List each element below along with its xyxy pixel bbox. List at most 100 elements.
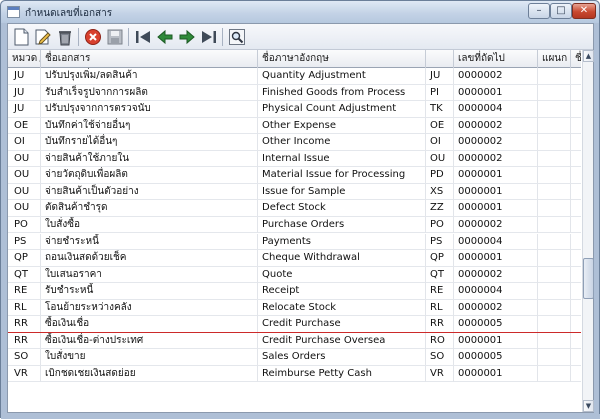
cell-dept[interactable]: [538, 349, 571, 366]
cell-doc-th[interactable]: รับชำระหนี้: [41, 283, 258, 300]
vertical-scrollbar[interactable]: ▲ ▼: [582, 50, 594, 412]
cell-group[interactable]: SO: [8, 349, 41, 366]
cell-prefix[interactable]: PI: [426, 84, 454, 101]
cell-doc-th[interactable]: ใบเสนอราคา: [41, 266, 258, 283]
cell-next-no[interactable]: 0000002: [454, 266, 538, 283]
cell-doc-en[interactable]: Credit Purchase Oversea: [258, 332, 426, 349]
table-row[interactable]: VR เบิกชดเชยเงินสดย่อย Reimburse Petty Cas…: [8, 365, 581, 383]
cell-prefix[interactable]: PS: [426, 233, 454, 250]
cell-prefix[interactable]: TK: [426, 101, 454, 118]
table-row[interactable]: SO ใบสั่งขาย Sales Orders SO 0000005: [8, 349, 581, 366]
column-header-doc-en[interactable]: ชื่อภาษาอังกฤษ: [258, 50, 426, 68]
cell-doc-th[interactable]: เบิกชดเชยเงินสดย่อย: [41, 365, 258, 382]
cell-next-no[interactable]: 0000001: [454, 84, 538, 101]
cell-group[interactable]: VR: [8, 365, 41, 382]
close-button[interactable]: ✕: [572, 3, 596, 19]
column-header-next-no[interactable]: เลขที่ถัดไป: [454, 50, 538, 68]
table-row[interactable]: OI บันทึกรายได้อื่นๆ Other Income OI 0000002: [8, 134, 581, 151]
cell-doc-en[interactable]: Material Issue for Processing: [258, 167, 426, 184]
cell-doc-th[interactable]: ตัดสินค้าชำรุด: [41, 200, 258, 217]
cell-doc-en[interactable]: Payments: [258, 233, 426, 250]
table-row[interactable]: RR ซื้อเงินเชื่อ Credit Purchase RR 0000005: [8, 316, 581, 333]
cell-prefix[interactable]: XS: [426, 183, 454, 200]
find-button[interactable]: [227, 27, 247, 47]
next-record-button[interactable]: [177, 27, 197, 47]
cell-doc-th[interactable]: จ่ายวัตถุดิบเพื่อผลิต: [41, 167, 258, 184]
cell-prefix[interactable]: SO: [426, 349, 454, 366]
cell-dept[interactable]: [538, 266, 571, 283]
cell-group[interactable]: PO: [8, 216, 41, 233]
cell-prefix[interactable]: RR: [426, 316, 454, 333]
cell-prefix[interactable]: RL: [426, 299, 454, 316]
cell-dept[interactable]: [538, 283, 571, 300]
cell-group[interactable]: JU: [8, 84, 41, 101]
cell-next-no[interactable]: 0000002: [454, 134, 538, 151]
cell-prefix[interactable]: OE: [426, 117, 454, 134]
column-header-dept[interactable]: แผนก: [538, 50, 571, 68]
cell-next-no[interactable]: 0000001: [454, 332, 538, 349]
cell-dept[interactable]: [538, 250, 571, 267]
cell-prefix[interactable]: JU: [426, 68, 454, 84]
cell-doc-en[interactable]: Other Expense: [258, 117, 426, 134]
cell-prefix[interactable]: OU: [426, 150, 454, 167]
cell-next-no[interactable]: 0000002: [454, 68, 538, 84]
cell-doc-en[interactable]: Cheque Withdrawal: [258, 250, 426, 267]
cell-dept[interactable]: [538, 365, 571, 382]
cell-next-no[interactable]: 0000002: [454, 216, 538, 233]
scroll-down-button[interactable]: ▼: [583, 400, 594, 412]
cell-doc-en[interactable]: Sales Orders: [258, 349, 426, 366]
cell-dept[interactable]: [538, 183, 571, 200]
cell-doc-th[interactable]: ปรับปรุงเพิ่ม/ลดสินค้า: [41, 68, 258, 84]
cell-next-no[interactable]: 0000001: [454, 200, 538, 217]
cell-doc-en[interactable]: Finished Goods from Process: [258, 84, 426, 101]
cell-dept[interactable]: [538, 134, 571, 151]
edit-button[interactable]: [33, 27, 53, 47]
cell-name[interactable]: [571, 184, 581, 200]
first-record-button[interactable]: [133, 27, 153, 47]
cell-doc-th[interactable]: ซื้อเงินเชื่อ-ต่างประเทศ: [41, 332, 258, 349]
cell-next-no[interactable]: 0000001: [454, 183, 538, 200]
cell-group[interactable]: RE: [8, 283, 41, 300]
cell-name[interactable]: [571, 366, 581, 382]
cell-next-no[interactable]: 0000005: [454, 349, 538, 366]
cell-prefix[interactable]: PD: [426, 167, 454, 184]
cell-next-no[interactable]: 0000002: [454, 299, 538, 316]
table-row[interactable]: JU รับสำเร็จรูปจากการผลิต Finished Goods f…: [8, 84, 581, 102]
cell-name[interactable]: [571, 234, 581, 250]
cell-name[interactable]: [571, 68, 581, 84]
cell-doc-en[interactable]: Receipt: [258, 283, 426, 300]
table-row[interactable]: RL โอนย้ายระหว่างคลัง Relocate Stock RL 0000…: [8, 299, 581, 317]
cell-doc-en[interactable]: Defect Stock: [258, 200, 426, 217]
table-row[interactable]: RE รับชำระหนี้ Receipt RE 0000004: [8, 283, 581, 300]
scroll-thumb[interactable]: [583, 258, 594, 299]
cell-dept[interactable]: [538, 316, 571, 333]
cell-group[interactable]: OU: [8, 183, 41, 200]
cell-group[interactable]: OI: [8, 134, 41, 151]
cell-group[interactable]: QP: [8, 250, 41, 267]
column-header-doc-th[interactable]: ชื่อเอกสาร: [41, 50, 258, 68]
cell-doc-en[interactable]: Purchase Orders: [258, 216, 426, 233]
cell-dept[interactable]: [538, 68, 571, 84]
cell-doc-en[interactable]: Quantity Adjustment: [258, 68, 426, 84]
cell-group[interactable]: QT: [8, 266, 41, 283]
delete-button[interactable]: [55, 27, 75, 47]
table-row[interactable]: JU ปรับปรุงเพิ่ม/ลดสินค้า Quantity Adjustm…: [8, 68, 581, 85]
cell-name[interactable]: [571, 217, 581, 233]
cell-next-no[interactable]: 0000001: [454, 365, 538, 382]
cell-dept[interactable]: [538, 84, 571, 101]
cell-doc-th[interactable]: รับสำเร็จรูปจากการผลิต: [41, 84, 258, 101]
cell-dept[interactable]: [538, 200, 571, 217]
cell-dept[interactable]: [538, 101, 571, 118]
cell-group[interactable]: PS: [8, 233, 41, 250]
cell-doc-th[interactable]: จ่ายสินค้าใช้ภายใน: [41, 150, 258, 167]
cell-group[interactable]: OE: [8, 117, 41, 134]
save-button[interactable]: [105, 27, 125, 47]
cell-next-no[interactable]: 0000001: [454, 250, 538, 267]
cell-name[interactable]: [571, 316, 581, 332]
last-record-button[interactable]: [199, 27, 219, 47]
cell-name[interactable]: [571, 167, 581, 183]
cell-group[interactable]: OU: [8, 167, 41, 184]
column-header-group[interactable]: หมวด/\: [8, 50, 41, 68]
cell-doc-th[interactable]: บันทึกรายได้อื่นๆ: [41, 134, 258, 151]
table-row[interactable]: OU ตัดสินค้าชำรุด Defect Stock ZZ 0000001: [8, 200, 581, 217]
